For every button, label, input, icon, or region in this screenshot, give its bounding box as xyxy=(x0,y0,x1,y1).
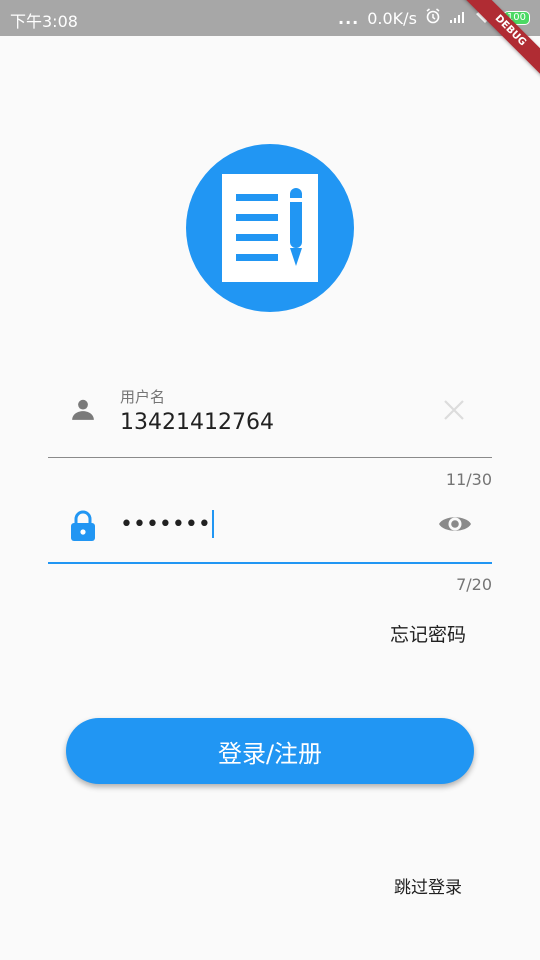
eye-icon[interactable] xyxy=(438,512,472,540)
alarm-icon xyxy=(425,8,441,28)
app-logo xyxy=(186,144,354,312)
person-icon xyxy=(70,396,96,426)
signal-icon xyxy=(449,9,467,28)
lock-icon xyxy=(70,510,96,546)
password-dots: ••••••• xyxy=(120,511,211,537)
username-underline xyxy=(48,457,492,458)
forgot-password-link[interactable]: 忘记密码 xyxy=(390,620,466,647)
password-input[interactable]: ••••••• xyxy=(120,510,214,538)
network-speed: 0.0K/s xyxy=(367,8,417,28)
username-counter: 11/30 xyxy=(445,470,492,489)
username-label: 用户名 xyxy=(120,388,166,406)
login-register-button[interactable]: 登录/注册 xyxy=(66,718,474,784)
password-field[interactable]: ••••••• xyxy=(48,496,492,564)
password-counter: 7/20 xyxy=(456,575,492,594)
text-caret xyxy=(211,510,214,538)
status-time: 下午3:08 xyxy=(10,12,78,31)
note-edit-icon xyxy=(222,174,318,282)
close-icon[interactable] xyxy=(442,398,466,426)
password-underline xyxy=(48,562,492,564)
status-dots: ... xyxy=(338,8,360,28)
status-bar: 下午3:08 ... 0.0K/s 100 xyxy=(0,0,540,36)
username-input[interactable]: 13421412764 xyxy=(120,410,274,435)
username-field[interactable]: 用户名 13421412764 xyxy=(48,370,492,458)
skip-login-link[interactable]: 跳过登录 xyxy=(394,873,462,898)
